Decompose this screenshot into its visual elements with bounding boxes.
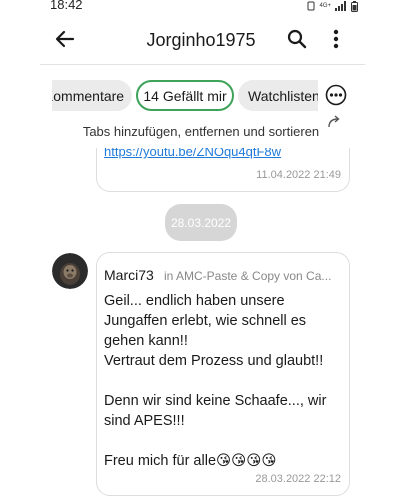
tab-options-icon[interactable] xyxy=(325,84,347,106)
message-timestamp: 28.03.2022 22:12 xyxy=(255,473,341,485)
message-card[interactable]: Marci73 in AMC-Paste & Copy von Ca... Ge… xyxy=(96,252,350,496)
message-timestamp: 11.04.2022 21:49 xyxy=(256,169,341,181)
tab-likes[interactable]: 14 Gefällt mir xyxy=(136,80,234,111)
more-options-button[interactable] xyxy=(326,26,346,52)
message-link[interactable]: https://youtu.be/ZNOqu4qtF8w xyxy=(104,148,281,159)
network-type: 4G+ xyxy=(319,3,331,9)
avatar[interactable] xyxy=(52,253,88,289)
message-body: Geil... endlich haben unsere Jungaffen e… xyxy=(104,293,327,469)
curved-arrow-icon xyxy=(328,115,340,128)
message-author[interactable]: Marci73 xyxy=(104,267,154,283)
message-group[interactable]: in AMC-Paste & Copy von Ca... xyxy=(164,269,344,283)
more-vert-icon xyxy=(333,29,339,49)
tab-watchlists[interactable]: Watchlisten xyxy=(238,80,318,111)
app-bar: Jorginho1975 xyxy=(0,18,402,62)
search-button[interactable] xyxy=(284,26,310,52)
app-bar-divider xyxy=(40,64,365,65)
battery-icon xyxy=(351,0,358,12)
status-icons: 4G+ xyxy=(307,0,358,12)
status-bar: 18:42 4G+ xyxy=(0,0,402,14)
date-separator: 28.03.2022 xyxy=(165,204,237,241)
alarm-icon xyxy=(307,1,315,11)
search-icon xyxy=(287,29,307,49)
status-time: 18:42 xyxy=(50,0,83,12)
signal-icon xyxy=(335,1,346,11)
previous-message-card[interactable]: https://youtu.be/ZNOqu4qtF8w 11.04.2022 … xyxy=(96,148,350,192)
tabs-strip[interactable]: Kommentare 14 Gefällt mir Watchlisten xyxy=(52,76,318,114)
tab-comments[interactable]: Kommentare xyxy=(52,80,132,111)
user-avatar-image xyxy=(52,253,88,289)
